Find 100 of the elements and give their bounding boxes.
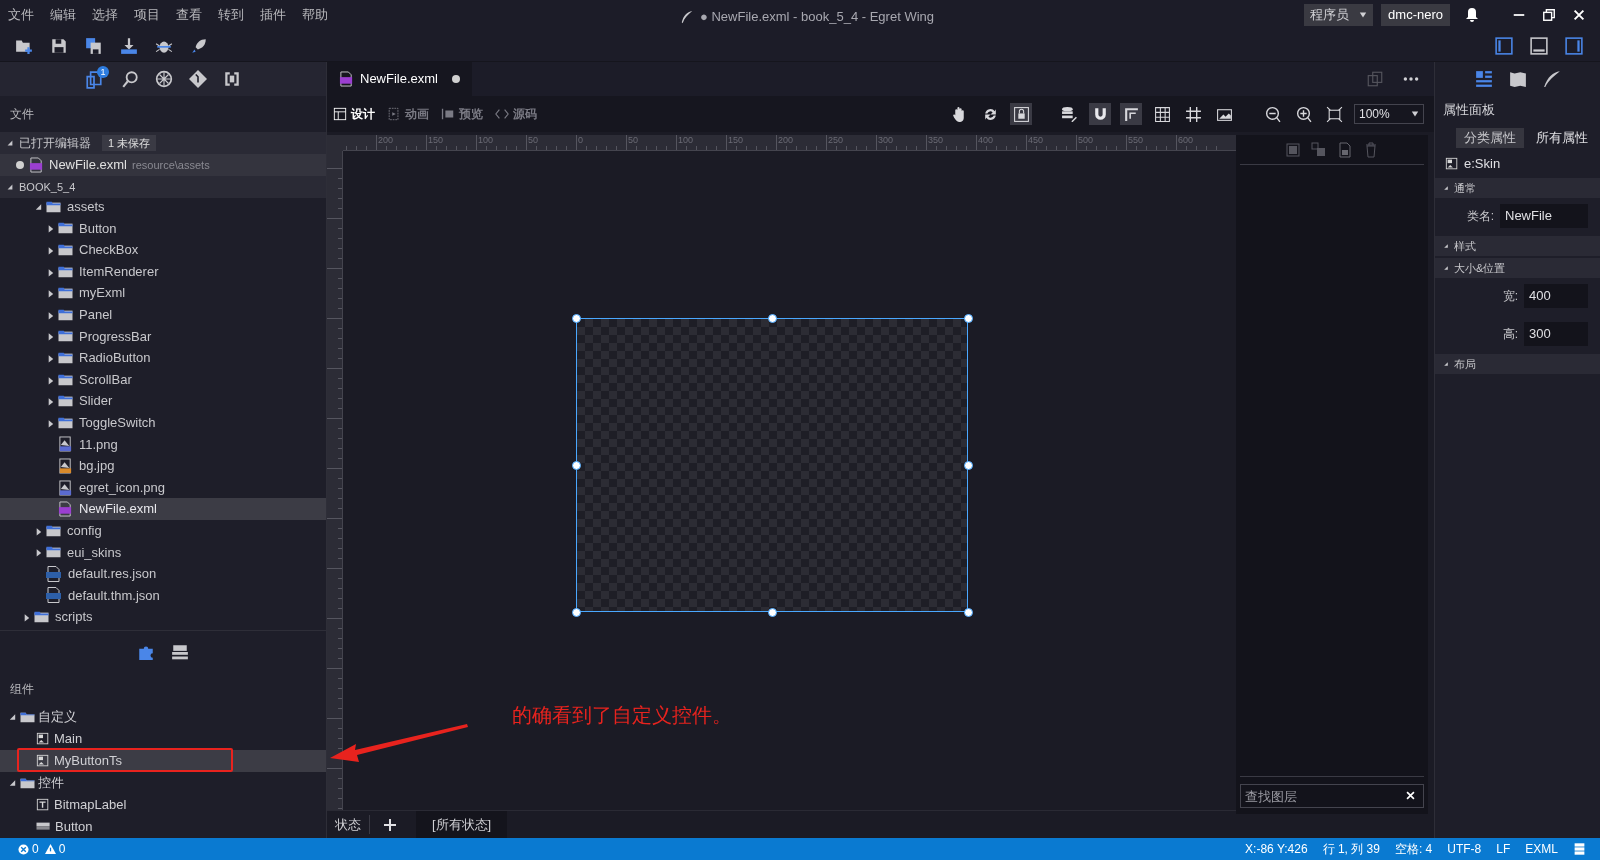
- resize-handle[interactable]: [964, 461, 973, 470]
- search-icon[interactable]: [121, 70, 139, 88]
- ts-file-icon[interactable]: [1337, 141, 1353, 158]
- menu-item[interactable]: 转到: [210, 5, 252, 25]
- tree-item[interactable]: Slider: [0, 390, 326, 412]
- tree-item[interactable]: bg.jpg: [0, 455, 326, 477]
- tree-item[interactable]: config: [0, 519, 326, 542]
- tree-item[interactable]: NewFile.exml: [0, 498, 326, 520]
- rocket-icon[interactable]: [190, 36, 208, 55]
- left-panel-toggle-icon[interactable]: [1495, 36, 1513, 55]
- menu-item[interactable]: 文件: [0, 5, 42, 25]
- zoom-dropdown[interactable]: 100%: [1354, 104, 1424, 124]
- ungroup-icon[interactable]: [1311, 141, 1327, 158]
- menu-item[interactable]: 项目: [126, 5, 168, 25]
- tree-item[interactable]: Main: [0, 728, 326, 750]
- role-dropdown[interactable]: 程序员: [1304, 4, 1374, 26]
- tree-item[interactable]: BitmapLabel: [0, 794, 326, 816]
- frame-lock-icon[interactable]: [1012, 105, 1030, 123]
- fit-screen-icon[interactable]: [1325, 105, 1343, 123]
- tree-item[interactable]: 控件: [0, 772, 326, 794]
- user-button[interactable]: dmc-nero: [1381, 4, 1450, 26]
- corner-guide-icon[interactable]: [1122, 105, 1140, 123]
- collapse-caret-icon[interactable]: [1443, 361, 1449, 367]
- download-icon[interactable]: [120, 36, 138, 55]
- tree-item[interactable]: ScrollBar: [0, 368, 326, 391]
- book-icon[interactable]: [1508, 70, 1527, 88]
- close-icon[interactable]: [1572, 8, 1586, 22]
- collapse-caret-icon[interactable]: [1443, 243, 1449, 249]
- resize-handle[interactable]: [572, 314, 581, 323]
- open-file-item[interactable]: NewFile.exml resource\assets: [0, 154, 326, 176]
- bell-icon[interactable]: [1464, 7, 1480, 23]
- section-header[interactable]: 布局: [1435, 354, 1600, 374]
- tree-item[interactable]: myExml: [0, 282, 326, 304]
- collapse-caret-icon[interactable]: [1443, 265, 1449, 271]
- collapse-caret-icon[interactable]: [6, 183, 14, 191]
- resize-handle[interactable]: [572, 608, 581, 617]
- expand-caret-icon[interactable]: [46, 245, 55, 255]
- status-item[interactable]: LF: [1496, 840, 1511, 858]
- zoom-in-icon[interactable]: [1294, 105, 1312, 123]
- property-field[interactable]: NewFile: [1500, 204, 1588, 228]
- section-header[interactable]: 已打开编辑器: [19, 134, 91, 152]
- restore-icon[interactable]: [1542, 8, 1556, 22]
- error-count[interactable]: 0: [32, 840, 39, 858]
- bottom-panel-toggle-icon[interactable]: [1530, 36, 1548, 55]
- mode-tab[interactable]: 设计: [333, 105, 375, 123]
- collapse-caret-icon[interactable]: [8, 778, 17, 788]
- resize-handle[interactable]: [964, 608, 973, 617]
- mode-tab[interactable]: 动画: [387, 105, 429, 123]
- tree-item[interactable]: Panel: [0, 303, 326, 326]
- menu-item[interactable]: 插件: [252, 5, 294, 25]
- expand-caret-icon[interactable]: [34, 547, 43, 558]
- tree-item[interactable]: ProgressBar: [0, 325, 326, 348]
- property-tab[interactable]: 分类属性: [1456, 128, 1524, 148]
- add-icon[interactable]: [382, 816, 398, 833]
- property-tab[interactable]: 所有属性: [1528, 128, 1596, 148]
- grid-icon[interactable]: [1153, 105, 1171, 123]
- mode-tab[interactable]: 源码: [495, 105, 537, 123]
- server-icon[interactable]: [1573, 842, 1586, 856]
- expand-caret-icon[interactable]: [46, 288, 55, 299]
- tree-item[interactable]: ToggleSwitch: [0, 411, 326, 434]
- tree-item[interactable]: MyButtonTs: [0, 750, 326, 772]
- editor-tab[interactable]: NewFile.exml: [327, 62, 472, 96]
- tree-item[interactable]: Button: [0, 217, 326, 240]
- right-panel-toggle-icon[interactable]: [1565, 36, 1583, 55]
- status-item[interactable]: UTF-8: [1447, 840, 1482, 858]
- files-icon[interactable]: [85, 71, 103, 89]
- database-edit-icon[interactable]: [1060, 105, 1078, 123]
- menu-item[interactable]: 帮助: [294, 5, 336, 25]
- tree-item[interactable]: egret_icon.png: [0, 476, 326, 499]
- save-icon[interactable]: [50, 36, 68, 55]
- status-item[interactable]: EXML: [1525, 840, 1558, 858]
- section-header[interactable]: 样式: [1435, 236, 1600, 256]
- tree-item[interactable]: eui_skins: [0, 541, 326, 564]
- property-field[interactable]: 400: [1524, 284, 1588, 308]
- expand-caret-icon[interactable]: [46, 223, 55, 234]
- property-field[interactable]: 300: [1524, 322, 1588, 346]
- collapse-caret-icon[interactable]: [8, 712, 17, 722]
- expand-caret-icon[interactable]: [46, 396, 55, 407]
- section-header[interactable]: 大小&位置: [1435, 258, 1600, 278]
- collapse-caret-icon[interactable]: [1443, 185, 1449, 191]
- git-icon[interactable]: [189, 70, 207, 88]
- warning-count[interactable]: 0: [58, 840, 66, 858]
- tree-item[interactable]: CheckBox: [0, 239, 326, 261]
- tree-item[interactable]: 自定义: [0, 706, 326, 728]
- tree-item[interactable]: ItemRenderer: [0, 260, 326, 283]
- tree-item[interactable]: RadioButton: [0, 347, 326, 369]
- tree-item[interactable]: assets: [0, 198, 326, 218]
- tree-item[interactable]: scripts: [0, 606, 326, 628]
- menu-item[interactable]: 查看: [168, 5, 210, 25]
- status-item[interactable]: 空格: 4: [1394, 840, 1433, 858]
- feather-icon[interactable]: [1542, 70, 1561, 88]
- project-header[interactable]: BOOK_5_4: [19, 178, 76, 196]
- status-item[interactable]: 行 1, 列 39: [1322, 840, 1380, 858]
- tree-item[interactable]: Button: [0, 816, 326, 838]
- mode-tab[interactable]: 预览: [441, 105, 483, 123]
- aperture-icon[interactable]: [155, 70, 173, 88]
- tree-item[interactable]: default.res.json: [0, 563, 326, 585]
- resize-handle[interactable]: [768, 314, 777, 323]
- menu-item[interactable]: 选择: [84, 5, 126, 25]
- expand-caret-icon[interactable]: [46, 331, 55, 342]
